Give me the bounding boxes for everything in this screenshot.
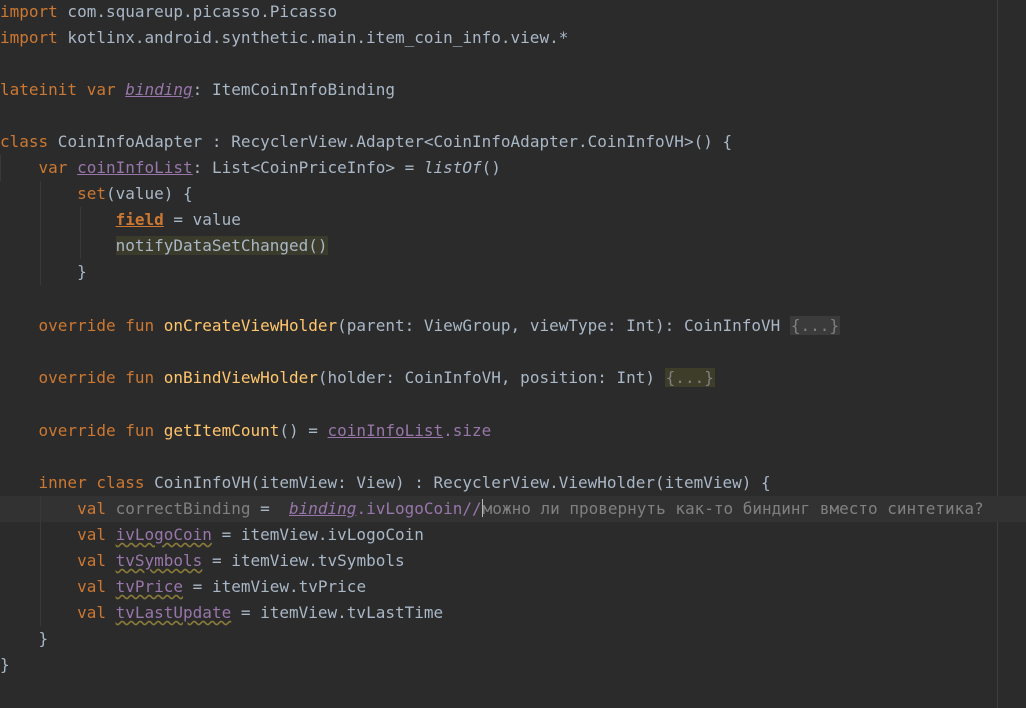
function-call: listOf [423, 158, 482, 177]
indent-guide [40, 496, 41, 522]
folded-code-block[interactable]: {...} [789, 316, 841, 335]
code-line-24[interactable]: val tvLastUpdate = itemView.tvLastTime [0, 600, 1026, 626]
closing-brace: } [0, 655, 10, 674]
keyword: val [77, 551, 106, 570]
indent-guide [40, 181, 41, 207]
assignment: = itemView.tvPrice [183, 577, 367, 596]
code-line-4[interactable]: lateinit var binding: ItemCoinInfoBindin… [0, 77, 1026, 103]
keyword: val [77, 525, 106, 544]
signature: (parent: ViewGroup, viewType: Int): Coin… [337, 316, 790, 335]
field-keyword: field [115, 210, 164, 229]
indent-guide [80, 207, 81, 233]
setter-params: (value) { [105, 184, 193, 203]
keyword: inner class [38, 473, 145, 492]
code-line-20-current[interactable]: val correctBinding = binding.ivLogoCoin/… [0, 496, 1026, 522]
parens: () [481, 158, 501, 177]
property-reference: binding [289, 499, 357, 518]
assignment: = itemView.tvSymbols [202, 551, 405, 570]
code-editor[interactable]: import com.squareup.picasso.Picasso impo… [0, 0, 1026, 708]
keyword: import [0, 2, 58, 21]
assignment: = [250, 499, 289, 518]
code-line-9[interactable]: field = value [0, 207, 1026, 233]
property-name: ivLogoCoin [115, 525, 212, 544]
indent-guide [0, 155, 1, 181]
signature: (holder: CoinInfoVH, position: Int) [317, 368, 665, 387]
code-line-1[interactable]: import com.squareup.picasso.Picasso [0, 0, 1026, 25]
property-name: tvPrice [115, 577, 184, 596]
keyword: set [77, 184, 106, 203]
indent-guide [40, 574, 41, 600]
keyword: lateinit var [0, 80, 116, 99]
keyword: override fun [38, 368, 155, 387]
keyword: val [77, 499, 106, 518]
class-decl: CoinInfoAdapter : RecyclerView.Adapter<C… [48, 132, 733, 151]
property-access: .size [443, 421, 492, 440]
keyword: var [38, 158, 68, 177]
code-line-2[interactable]: import kotlinx.android.synthetic.main.it… [0, 25, 1026, 51]
assignment: = value [163, 210, 241, 229]
function-name: getItemCount [163, 421, 280, 440]
property-name: coinInfoList [77, 158, 193, 177]
folded-code-block[interactable]: {...} [664, 368, 715, 387]
code-comment: можно ли провернуть как-то биндинг вмест… [482, 499, 984, 518]
import-path: kotlinx.android.synthetic.main.item_coin… [57, 28, 569, 47]
closing-brace: } [77, 262, 87, 281]
keyword: override fun [38, 421, 155, 440]
code-line-13[interactable]: override fun onCreateViewHolder(parent: … [0, 313, 1026, 339]
keyword: val [77, 577, 106, 596]
assignment: = itemView.ivLogoCoin [211, 525, 424, 544]
indent-guide [40, 259, 41, 285]
code-line-26[interactable]: } [0, 652, 1026, 678]
code-line-21[interactable]: val ivLogoCoin = itemView.ivLogoCoin [0, 522, 1026, 548]
indent-guide [40, 522, 41, 548]
code-line-15[interactable]: override fun onBindViewHolder(holder: Co… [0, 365, 1026, 391]
keyword: class [0, 132, 49, 151]
function-call: notifyDataSetChanged() [115, 236, 328, 255]
indent-guide [40, 548, 41, 574]
code-line-17[interactable]: override fun getItemCount() = coinInfoLi… [0, 418, 1026, 444]
assignment: = itemView.tvLastTime [231, 603, 444, 622]
code-line-11[interactable]: } [0, 259, 1026, 285]
keyword: import [0, 28, 58, 47]
keyword: override fun [38, 316, 155, 335]
code-line-23[interactable]: val tvPrice = itemView.tvPrice [0, 574, 1026, 600]
indent-guide [40, 233, 41, 259]
property-name: binding [125, 80, 193, 99]
indent-guide [40, 600, 41, 626]
code-line-25[interactable]: } [0, 626, 1026, 652]
property-access: .ivLogoCoin// [356, 499, 482, 518]
keyword: val [77, 603, 106, 622]
code-line-10[interactable]: notifyDataSetChanged() [0, 233, 1026, 259]
closing-brace: } [38, 629, 49, 648]
code-line-7[interactable]: var coinInfoList: List<CoinPriceInfo> = … [0, 155, 1026, 181]
code-line-19[interactable]: inner class CoinInfoVH(itemView: View) :… [0, 470, 1026, 496]
unused-variable: correctBinding [115, 499, 251, 518]
code-line-6[interactable]: class CoinInfoAdapter : RecyclerView.Ada… [0, 129, 1026, 155]
property-name: coinInfoList [327, 421, 444, 440]
function-name: onCreateViewHolder [163, 316, 338, 335]
type-decl: : ItemCoinInfoBinding [192, 80, 395, 99]
indent-guide [80, 233, 81, 259]
property-name: tvLastUpdate [115, 603, 232, 622]
type-decl: : List<CoinPriceInfo> = [192, 158, 424, 177]
indent-guide [40, 207, 41, 233]
function-name: onBindViewHolder [163, 368, 318, 387]
code-line-22[interactable]: val tvSymbols = itemView.tvSymbols [0, 548, 1026, 574]
code-line-8[interactable]: set(value) { [0, 181, 1026, 207]
class-decl: CoinInfoVH(itemView: View) : RecyclerVie… [144, 473, 771, 492]
signature: () = [279, 421, 328, 440]
import-path: com.squareup.picasso.Picasso [57, 2, 338, 21]
property-name: tvSymbols [115, 551, 203, 570]
